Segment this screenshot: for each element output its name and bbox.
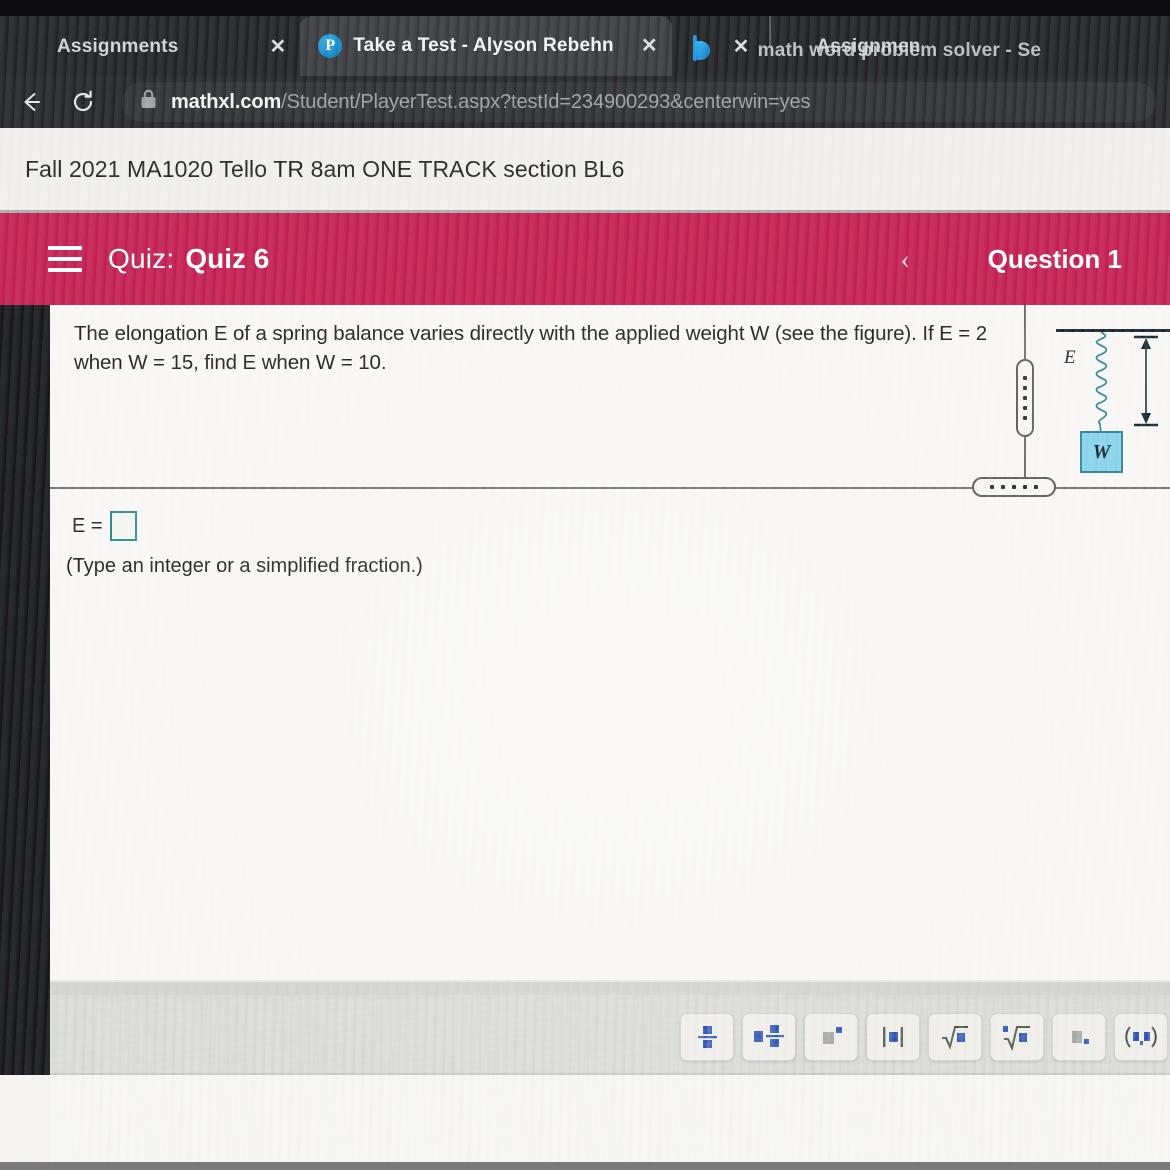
browser-tab-assignments[interactable]: Assignments ✕	[0, 18, 300, 76]
back-arrow-icon[interactable]	[14, 85, 48, 119]
square-root-icon	[942, 1026, 968, 1051]
exponent-button[interactable]	[804, 1013, 858, 1061]
question-content-area: The elongation E of a spring balance var…	[0, 305, 1170, 1170]
url-host: mathxl.com	[171, 90, 282, 113]
decimal-icon	[1072, 1031, 1089, 1044]
tab-close-icon[interactable]: ✕	[270, 37, 287, 57]
answer-row: E =	[72, 511, 137, 541]
device-bezel-top	[0, 0, 1170, 16]
browser-tab-title: Assignments	[57, 36, 179, 57]
question-navigation: ‹ Question 1	[901, 244, 1122, 275]
spring-balance-figure: W E	[1042, 311, 1170, 481]
browser-tab-title: Assignmen	[816, 36, 921, 57]
figure-ceiling-bar	[1056, 329, 1170, 332]
horizontal-splitter-handle[interactable]	[972, 477, 1056, 497]
pearson-p-icon: P	[318, 34, 343, 58]
url-path: /Student/PlayerTest.aspx?testId=23490029…	[281, 90, 811, 113]
device-bezel-bottom	[0, 1162, 1170, 1170]
browser-chrome: Assignments ✕ P Take a Test - Alyson Reb…	[0, 0, 1170, 156]
vertical-splitter-handle[interactable]	[1016, 359, 1034, 437]
decimal-button[interactable]	[1052, 1013, 1106, 1061]
course-header: Fall 2021 MA1020 Tello TR 8am ONE TRACK …	[0, 128, 1170, 213]
fraction-button[interactable]	[680, 1013, 734, 1061]
previous-question-icon[interactable]: ‹	[901, 245, 910, 273]
nth-root-icon	[1003, 1026, 1030, 1052]
mixed-number-button[interactable]	[742, 1013, 796, 1061]
screenshot-root: Assignments ✕ P Take a Test - Alyson Reb…	[0, 0, 1170, 1170]
spring-coil-icon	[1095, 332, 1108, 434]
browser-address-bar: mathxl.com/Student/PlayerTest.aspx?testI…	[0, 76, 1170, 156]
question-text: The elongation E of a spring balance var…	[74, 322, 988, 375]
figure-weight-box: W	[1080, 431, 1123, 473]
mixed-number-icon	[754, 1025, 784, 1047]
tab-close-icon[interactable]: ✕	[733, 37, 750, 57]
bing-b-icon	[690, 35, 712, 59]
absolute-value-button[interactable]	[866, 1013, 920, 1061]
math-palette-toolbar	[680, 1013, 1168, 1061]
quiz-header-bar: Quiz: Quiz 6 ‹ Question 1	[0, 213, 1170, 305]
nth-root-button[interactable]	[990, 1013, 1044, 1061]
browser-tab-take-a-test[interactable]: P Take a Test - Alyson Rebehn ✕	[300, 16, 672, 76]
figure-elongation-dimension	[1134, 335, 1158, 427]
web-page: Fall 2021 MA1020 Tello TR 8am ONE TRACK …	[0, 128, 1170, 1170]
fraction-icon	[698, 1026, 717, 1048]
answer-input[interactable]	[109, 511, 137, 541]
answer-hint: (Type an integer or a simplified fractio…	[66, 555, 423, 577]
browser-tab-math-word-problem-solver[interactable]: math word problem solver - Se ✕	[672, 18, 1041, 76]
browser-tab-assignmen[interactable]: Assignmen	[777, 18, 934, 76]
figure-elongation-label: E	[1064, 347, 1076, 368]
ordered-pair-icon	[1125, 1026, 1157, 1048]
figure-weight-label: W	[1092, 440, 1111, 463]
question-number-label: Question 1	[987, 243, 1122, 274]
answer-label: E =	[72, 514, 103, 537]
browser-tab-title: Take a Test - Alyson Rebehn	[353, 35, 614, 56]
lock-icon[interactable]	[140, 89, 157, 115]
exponent-icon	[823, 1027, 842, 1044]
device-bezel-left	[0, 305, 50, 1075]
quiz-label: Quiz:	[108, 243, 175, 274]
quiz-name: Quiz 6	[185, 243, 270, 274]
hamburger-menu-icon[interactable]	[48, 246, 82, 272]
document-icon	[22, 35, 44, 59]
document-icon	[781, 35, 803, 59]
url-text: mathxl.com/Student/PlayerTest.aspx?testI…	[171, 91, 810, 114]
absolute-value-icon	[883, 1027, 903, 1047]
course-title: Fall 2021 MA1020 Tello TR 8am ONE TRACK …	[25, 155, 625, 182]
url-bar[interactable]: mathxl.com/Student/PlayerTest.aspx?testI…	[122, 82, 1156, 122]
square-root-button[interactable]	[928, 1013, 982, 1061]
ordered-pair-button[interactable]	[1114, 1013, 1168, 1061]
tab-close-icon[interactable]: ✕	[641, 36, 658, 56]
